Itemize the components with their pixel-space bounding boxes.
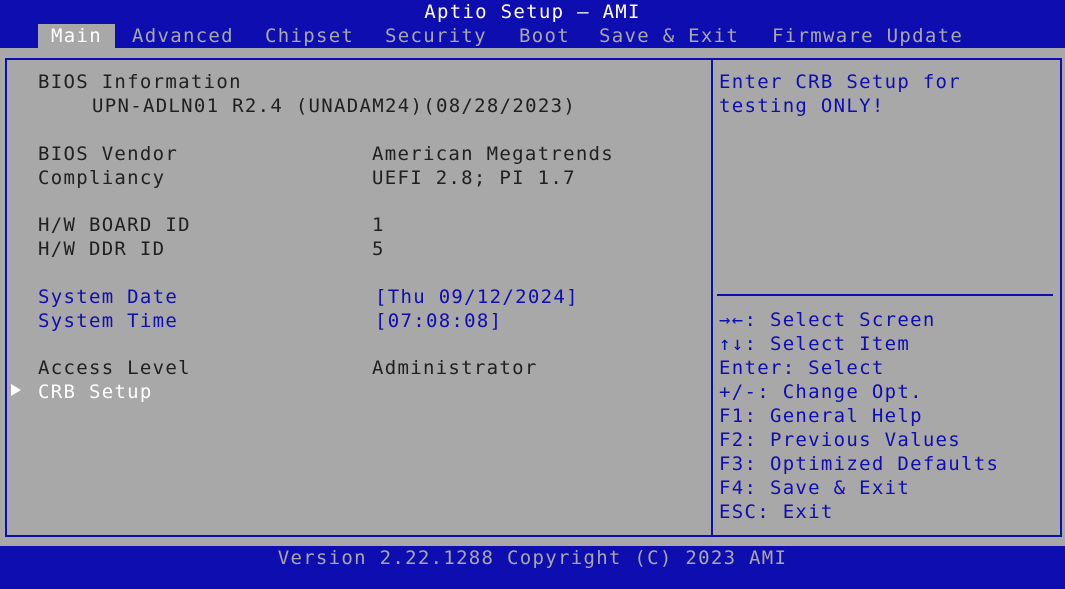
compliancy-label: Compliancy [38, 167, 166, 189]
key-hint-f2: F2: Previous Values [719, 429, 962, 451]
hw-board-id-value: 1 [372, 214, 385, 236]
key-hint-select-screen: →←: Select Screen [719, 309, 936, 331]
key-hint-enter: Enter: Select [719, 357, 885, 379]
tab-main[interactable]: Main [38, 24, 115, 48]
tab-advanced[interactable]: Advanced [132, 24, 234, 48]
system-date-field[interactable]: [Thu 09/12/2024] [375, 285, 579, 309]
help-divider [717, 294, 1053, 296]
submenu-arrow-icon [11, 384, 21, 396]
key-hint-f4: F4: Save & Exit [719, 477, 911, 499]
hw-ddr-id-value: 5 [372, 238, 385, 260]
key-hint-f1: F1: General Help [719, 405, 923, 427]
crb-setup-menu-item[interactable]: CRB Setup [38, 380, 153, 404]
help-text-line1: Enter CRB Setup for [719, 71, 962, 93]
key-hint-change-opt: +/-: Change Opt. [719, 381, 923, 403]
tab-bar: Main Advanced Chipset Security Boot Save… [0, 24, 1065, 48]
tab-boot[interactable]: Boot [519, 24, 570, 48]
system-date-label[interactable]: System Date [38, 285, 178, 309]
key-hint-esc: ESC: Exit [719, 501, 834, 523]
version-footer: Version 2.22.1288 Copyright (C) 2023 AMI [277, 547, 788, 569]
compliancy-value: UEFI 2.8; PI 1.7 [372, 167, 576, 189]
key-hint-select-item: ↑↓: Select Item [719, 333, 911, 355]
bios-vendor-value: American Megatrends [372, 143, 615, 165]
window-title: Aptio Setup – AMI [424, 1, 641, 23]
bios-info-value: UPN-ADLN01 R2.4 (UNADAM24)(08/28/2023) [92, 95, 577, 117]
tab-security[interactable]: Security [385, 24, 487, 48]
tab-firmware-update[interactable]: Firmware Update [772, 24, 963, 48]
help-text-line2: testing ONLY! [719, 95, 885, 117]
bios-vendor-label: BIOS Vendor [38, 143, 179, 165]
access-level-value: Administrator [372, 357, 538, 379]
system-time-label[interactable]: System Time [38, 309, 178, 333]
hw-ddr-id-label: H/W DDR ID [38, 238, 166, 260]
tab-chipset[interactable]: Chipset [265, 24, 354, 48]
key-hint-f3: F3: Optimized Defaults [719, 453, 1000, 475]
system-time-field[interactable]: [07:08:08] [375, 309, 502, 333]
tab-save-exit[interactable]: Save & Exit [599, 24, 739, 48]
access-level-label: Access Level [38, 357, 191, 379]
hw-board-id-label: H/W BOARD ID [38, 214, 191, 236]
bios-info-label: BIOS Information [38, 71, 242, 93]
